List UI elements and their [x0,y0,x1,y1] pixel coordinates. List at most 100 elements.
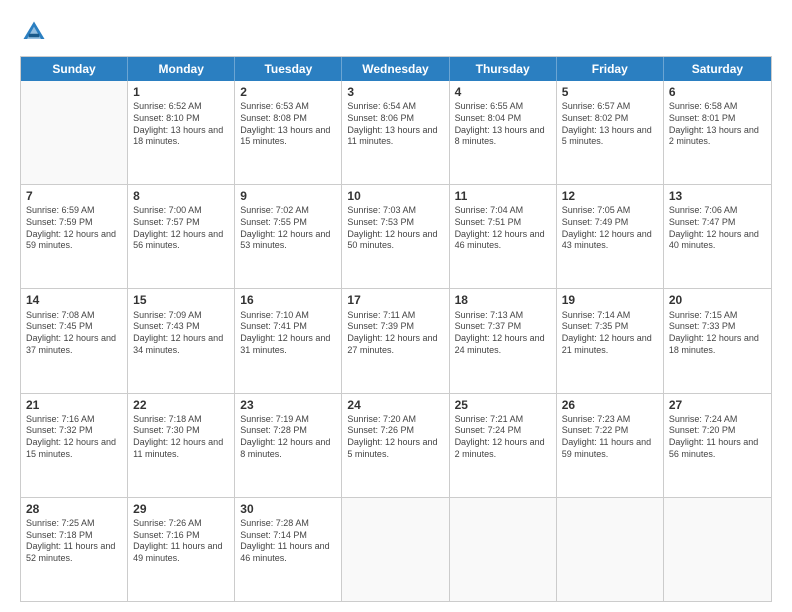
calendar-week-5: 28Sunrise: 7:25 AMSunset: 7:18 PMDayligh… [21,497,771,601]
calendar-week-2: 7Sunrise: 6:59 AMSunset: 7:59 PMDaylight… [21,184,771,288]
day-cell-30: 30Sunrise: 7:28 AMSunset: 7:14 PMDayligh… [235,498,342,601]
day-number: 25 [455,397,551,413]
logo [20,18,52,46]
day-info: Sunrise: 7:24 AMSunset: 7:20 PMDaylight:… [669,414,766,461]
day-number: 5 [562,84,658,100]
day-info: Sunrise: 7:19 AMSunset: 7:28 PMDaylight:… [240,414,336,461]
day-info: Sunrise: 7:08 AMSunset: 7:45 PMDaylight:… [26,310,122,357]
day-cell-11: 11Sunrise: 7:04 AMSunset: 7:51 PMDayligh… [450,185,557,288]
day-cell-4: 4Sunrise: 6:55 AMSunset: 8:04 PMDaylight… [450,81,557,184]
weekday-header-friday: Friday [557,57,664,81]
day-cell-15: 15 Sunrise: 7:09 AMSunset: 7:43 PMDayligh… [128,289,235,392]
day-cell-12: 12Sunrise: 7:05 AMSunset: 7:49 PMDayligh… [557,185,664,288]
day-cell-7: 7Sunrise: 6:59 AMSunset: 7:59 PMDaylight… [21,185,128,288]
day-cell-9: 9Sunrise: 7:02 AMSunset: 7:55 PMDaylight… [235,185,342,288]
day-cell-14: 14Sunrise: 7:08 AMSunset: 7:45 PMDayligh… [21,289,128,392]
calendar-body: 1Sunrise: 6:52 AMSunset: 8:10 PMDaylight… [21,81,771,601]
day-number: 23 [240,397,336,413]
calendar-header: SundayMondayTuesdayWednesdayThursdayFrid… [21,57,771,81]
day-number: 19 [562,292,658,308]
day-info: Sunrise: 7:25 AMSunset: 7:18 PMDaylight:… [26,518,122,565]
day-info: Sunrise: 7:15 AMSunset: 7:33 PMDaylight:… [669,310,766,357]
day-info: Sunrise: 7:18 AMSunset: 7:30 PMDaylight:… [133,414,229,461]
day-info: Sunrise: 6:58 AMSunset: 8:01 PMDaylight:… [669,101,766,148]
day-info: Sunrise: 7:23 AMSunset: 7:22 PMDaylight:… [562,414,658,461]
day-info: Sunrise: 7:00 AMSunset: 7:57 PMDaylight:… [133,205,229,252]
day-number: 15 [133,292,229,308]
day-cell-19: 19 Sunrise: 7:14 AMSunset: 7:35 PMDayligh… [557,289,664,392]
day-number: 10 [347,188,443,204]
day-info: Sunrise: 6:54 AMSunset: 8:06 PMDaylight:… [347,101,443,148]
day-info: Sunrise: 6:53 AMSunset: 8:08 PMDaylight:… [240,101,336,148]
day-number: 24 [347,397,443,413]
weekday-header-monday: Monday [128,57,235,81]
day-cell-3: 3Sunrise: 6:54 AMSunset: 8:06 PMDaylight… [342,81,449,184]
day-number: 16 [240,292,336,308]
weekday-header-thursday: Thursday [450,57,557,81]
day-number: 20 [669,292,766,308]
day-info: Sunrise: 7:03 AMSunset: 7:53 PMDaylight:… [347,205,443,252]
day-info: Sunrise: 7:06 AMSunset: 7:47 PMDaylight:… [669,205,766,252]
calendar-week-1: 1Sunrise: 6:52 AMSunset: 8:10 PMDaylight… [21,81,771,184]
day-cell-27: 27Sunrise: 7:24 AMSunset: 7:20 PMDayligh… [664,394,771,497]
weekday-header-tuesday: Tuesday [235,57,342,81]
day-number: 22 [133,397,229,413]
day-info: Sunrise: 7:02 AMSunset: 7:55 PMDaylight:… [240,205,336,252]
page: SundayMondayTuesdayWednesdayThursdayFrid… [0,0,792,612]
day-number: 30 [240,501,336,517]
day-cell-16: 16 Sunrise: 7:10 AMSunset: 7:41 PMDayligh… [235,289,342,392]
day-cell-23: 23Sunrise: 7:19 AMSunset: 7:28 PMDayligh… [235,394,342,497]
day-number: 2 [240,84,336,100]
day-info: Sunrise: 7:21 AMSunset: 7:24 PMDaylight:… [455,414,551,461]
day-number: 1 [133,84,229,100]
day-cell-25: 25Sunrise: 7:21 AMSunset: 7:24 PMDayligh… [450,394,557,497]
weekday-header-saturday: Saturday [664,57,771,81]
day-info: Sunrise: 7:13 AMSunset: 7:37 PMDaylight:… [455,310,551,357]
day-number: 11 [455,188,551,204]
day-cell-20: 20 Sunrise: 7:15 AMSunset: 7:33 PMDayligh… [664,289,771,392]
header [20,18,772,46]
day-cell-22: 22Sunrise: 7:18 AMSunset: 7:30 PMDayligh… [128,394,235,497]
day-cell-1: 1Sunrise: 6:52 AMSunset: 8:10 PMDaylight… [128,81,235,184]
day-number: 28 [26,501,122,517]
day-info: Sunrise: 6:59 AMSunset: 7:59 PMDaylight:… [26,205,122,252]
day-number: 6 [669,84,766,100]
day-number: 8 [133,188,229,204]
day-number: 9 [240,188,336,204]
logo-icon [20,18,48,46]
calendar-week-4: 21Sunrise: 7:16 AMSunset: 7:32 PMDayligh… [21,393,771,497]
day-cell-8: 8Sunrise: 7:00 AMSunset: 7:57 PMDaylight… [128,185,235,288]
empty-cell [450,498,557,601]
day-cell-6: 6Sunrise: 6:58 AMSunset: 8:01 PMDaylight… [664,81,771,184]
day-info: Sunrise: 7:14 AMSunset: 7:35 PMDaylight:… [562,310,658,357]
day-cell-5: 5Sunrise: 6:57 AMSunset: 8:02 PMDaylight… [557,81,664,184]
day-info: Sunrise: 7:10 AMSunset: 7:41 PMDaylight:… [240,310,336,357]
day-cell-10: 10Sunrise: 7:03 AMSunset: 7:53 PMDayligh… [342,185,449,288]
day-info: Sunrise: 7:20 AMSunset: 7:26 PMDaylight:… [347,414,443,461]
day-number: 18 [455,292,551,308]
day-cell-26: 26Sunrise: 7:23 AMSunset: 7:22 PMDayligh… [557,394,664,497]
weekday-header-sunday: Sunday [21,57,128,81]
day-number: 29 [133,501,229,517]
weekday-header-wednesday: Wednesday [342,57,449,81]
day-info: Sunrise: 6:55 AMSunset: 8:04 PMDaylight:… [455,101,551,148]
day-cell-29: 29Sunrise: 7:26 AMSunset: 7:16 PMDayligh… [128,498,235,601]
day-cell-28: 28Sunrise: 7:25 AMSunset: 7:18 PMDayligh… [21,498,128,601]
day-info: Sunrise: 6:57 AMSunset: 8:02 PMDaylight:… [562,101,658,148]
day-number: 17 [347,292,443,308]
day-number: 26 [562,397,658,413]
day-number: 3 [347,84,443,100]
day-cell-21: 21Sunrise: 7:16 AMSunset: 7:32 PMDayligh… [21,394,128,497]
day-info: Sunrise: 7:05 AMSunset: 7:49 PMDaylight:… [562,205,658,252]
day-number: 4 [455,84,551,100]
day-cell-18: 18 Sunrise: 7:13 AMSunset: 7:37 PMDayligh… [450,289,557,392]
day-number: 12 [562,188,658,204]
day-info: Sunrise: 7:04 AMSunset: 7:51 PMDaylight:… [455,205,551,252]
day-info: Sunrise: 7:11 AMSunset: 7:39 PMDaylight:… [347,310,443,357]
empty-cell [557,498,664,601]
day-info: Sunrise: 7:09 AMSunset: 7:43 PMDaylight:… [133,310,229,357]
day-info: Sunrise: 7:28 AMSunset: 7:14 PMDaylight:… [240,518,336,565]
day-number: 21 [26,397,122,413]
day-cell-24: 24Sunrise: 7:20 AMSunset: 7:26 PMDayligh… [342,394,449,497]
calendar-week-3: 14Sunrise: 7:08 AMSunset: 7:45 PMDayligh… [21,288,771,392]
